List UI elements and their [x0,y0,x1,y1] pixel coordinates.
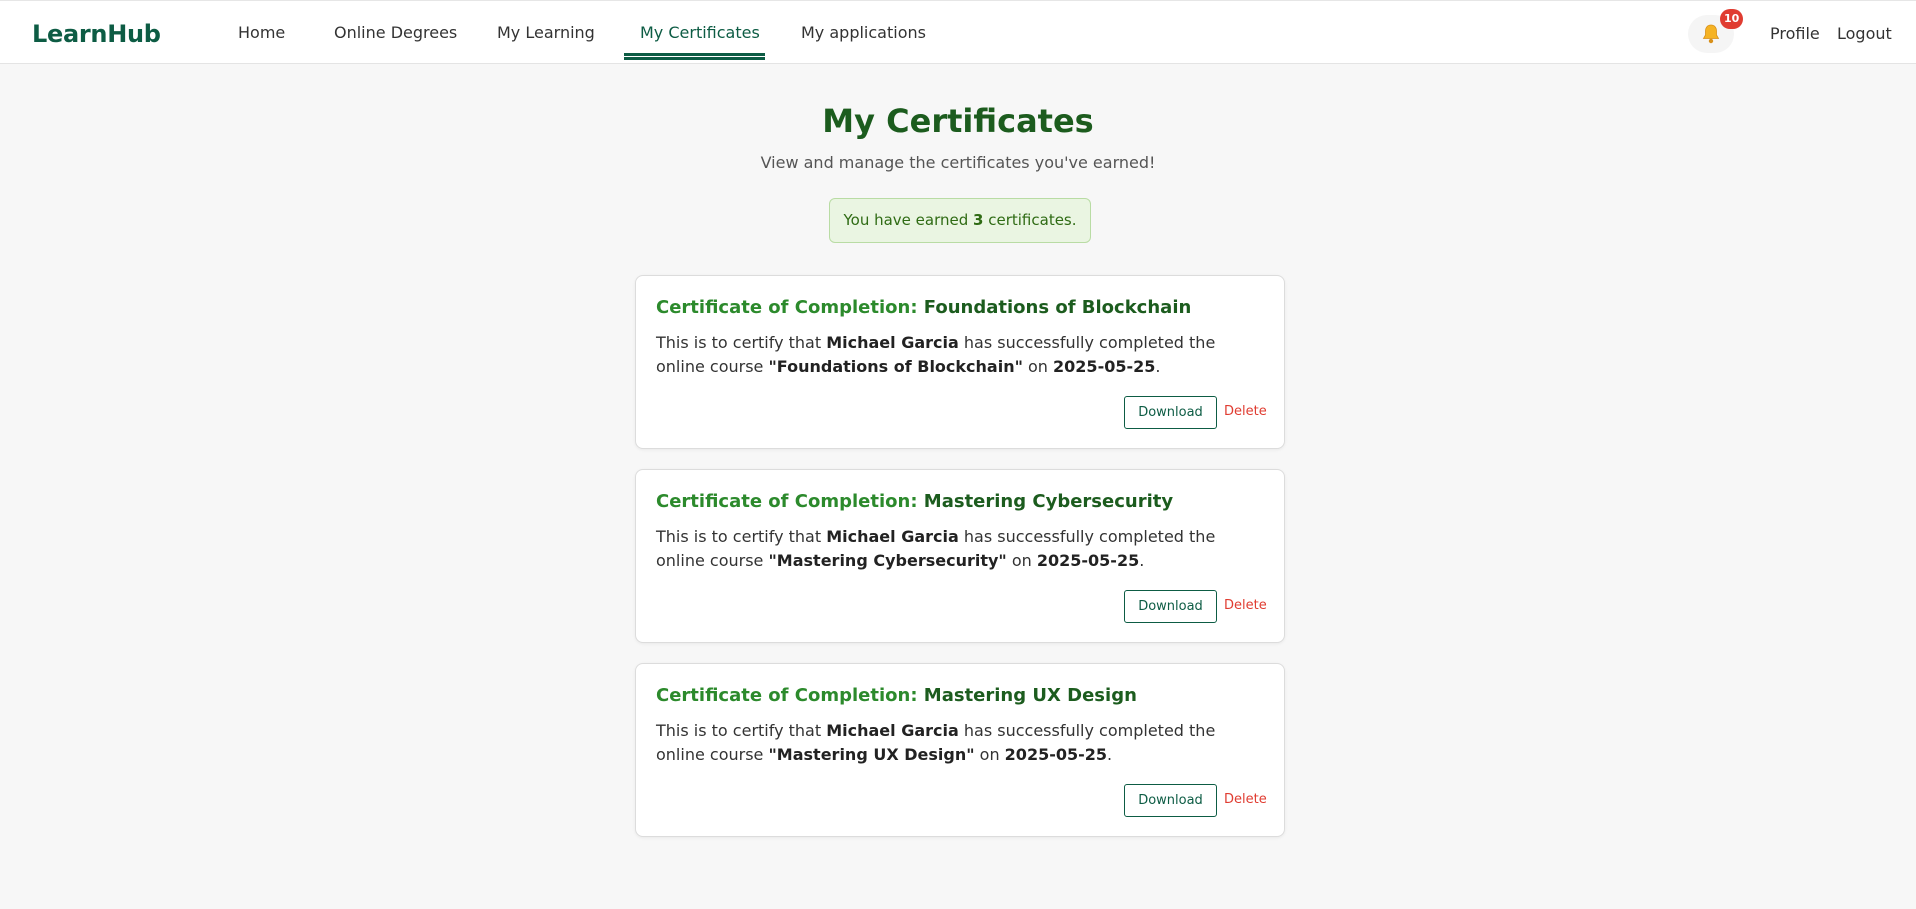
profile-link[interactable]: Profile [1770,24,1820,43]
bell-icon [1702,24,1720,44]
recipient-name: Michael Garcia [826,721,959,740]
description-text: This is to certify that [656,721,827,740]
certificate-title: Certificate of Completion: Foundations o… [656,297,1191,318]
description-text: on [974,745,1005,764]
certificate-description: This is to certify that Michael Garcia h… [656,719,1266,767]
recipient-name: Michael Garcia [826,527,959,546]
description-text: . [1107,745,1113,764]
course-quoted: "Mastering Cybersecurity" [768,551,1007,570]
certificate-course-name: Foundations of Blockchain [923,297,1192,318]
certificate-card: Certificate of Completion: Mastering Cyb… [635,469,1285,643]
page-title: My Certificates [822,102,1094,140]
description-text: on [1022,357,1054,376]
download-button[interactable]: Download [1124,396,1217,429]
nav-online-degrees[interactable]: Online Degrees [334,23,457,42]
page-subtitle: View and manage the certificates you've … [760,153,1156,172]
certificate-title: Certificate of Completion: Mastering Cyb… [656,491,1173,512]
description-text: on [1006,551,1037,570]
description-text: . [1155,357,1161,376]
certificate-description: This is to certify that Michael Garcia h… [656,331,1266,379]
certificate-card: Certificate of Completion: Foundations o… [635,275,1285,449]
nav-my-learning[interactable]: My Learning [497,23,595,42]
certificate-title-prefix: Certificate of Completion: [656,491,924,512]
completion-date: 2025-05-25 [1053,357,1156,376]
certificate-title-prefix: Certificate of Completion: [656,685,924,706]
description-text: This is to certify that [656,333,827,352]
download-button[interactable]: Download [1124,784,1217,817]
description-text: This is to certify that [656,527,827,546]
certificate-course-name: Mastering UX Design [923,685,1137,706]
completion-date: 2025-05-25 [1036,551,1140,570]
certificate-description: This is to certify that Michael Garcia h… [656,525,1266,573]
completion-date: 2025-05-25 [1004,745,1108,764]
recipient-name: Michael Garcia [826,333,959,352]
active-tab-indicator [624,53,765,60]
summary-suffix: certificates. [983,211,1077,229]
download-button[interactable]: Download [1124,590,1217,623]
certificate-course-name: Mastering Cybersecurity [923,491,1174,512]
delete-button[interactable]: Delete [1224,598,1267,613]
course-quoted: "Foundations of Blockchain" [768,357,1023,376]
summary-prefix: You have earned [843,211,974,229]
delete-button[interactable]: Delete [1224,404,1267,419]
notification-count-badge: 10 [1720,9,1744,29]
certificate-title: Certificate of Completion: Mastering UX … [656,685,1137,706]
logo[interactable]: LearnHub [32,20,161,48]
description-text: . [1139,551,1145,570]
nav-my-certificates[interactable]: My Certificates [640,23,760,42]
top-navbar: LearnHub Home Online Degrees My Learning… [0,0,1916,64]
summary-count: 3 [973,211,984,229]
delete-button[interactable]: Delete [1224,792,1267,807]
certificate-title-prefix: Certificate of Completion: [656,297,924,318]
logout-link[interactable]: Logout [1837,24,1892,43]
nav-home[interactable]: Home [238,23,285,42]
nav-my-applications[interactable]: My applications [801,23,926,42]
certificate-card: Certificate of Completion: Mastering UX … [635,663,1285,837]
certificate-count-summary: You have earned 3 certificates. [829,198,1091,243]
course-quoted: "Mastering UX Design" [768,745,975,764]
